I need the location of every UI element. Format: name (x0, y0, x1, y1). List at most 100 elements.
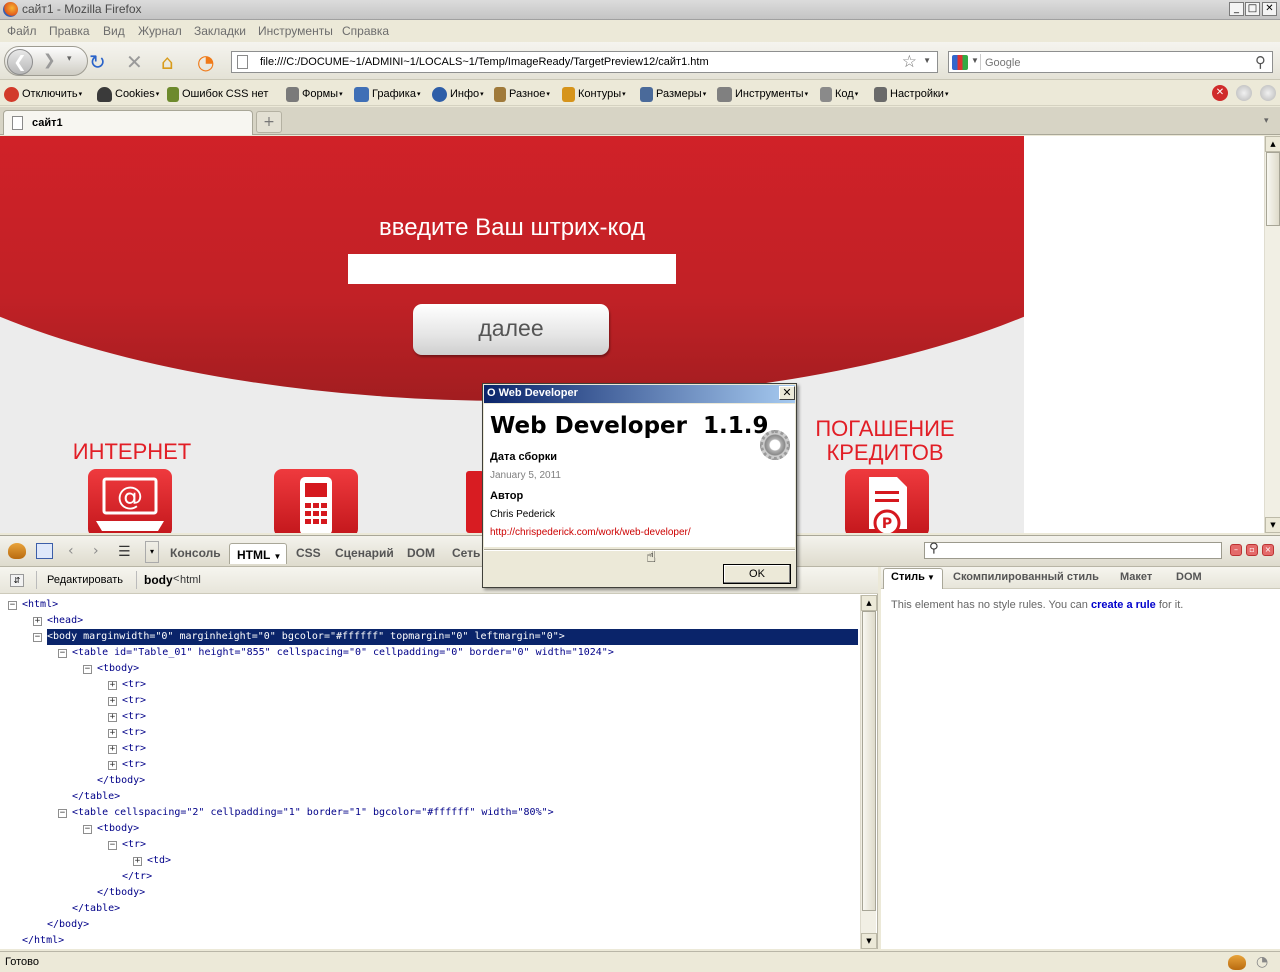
fb-search-input[interactable]: ⚲ (924, 541, 1222, 559)
dom-tree-node[interactable]: <body marginwidth="0" marginheight="0" b… (47, 629, 858, 645)
fb-menu-icon[interactable]: ☰ (118, 544, 131, 560)
style-tab-dropdown-icon[interactable]: ▼ (927, 573, 935, 582)
fb-tab-css[interactable]: CSS (296, 546, 321, 560)
dom-tree-node[interactable]: <tr> (122, 741, 146, 757)
menu-file[interactable]: Файл (7, 24, 37, 38)
forward-icon[interactable]: ❯ (43, 51, 56, 69)
wd-options[interactable]: Настройки ▾ (874, 86, 948, 102)
wd-status-icon[interactable] (1236, 85, 1252, 101)
feed-status-icon[interactable]: ◔ (1256, 954, 1268, 970)
dom-tree-node[interactable]: <tr> (122, 677, 146, 693)
breadcrumb-body[interactable]: body (144, 573, 173, 587)
edit-button[interactable]: Редактировать (47, 574, 123, 586)
scroll-thumb[interactable] (1266, 152, 1280, 226)
fb-detach-icon[interactable]: ▫ (1246, 544, 1258, 556)
url-text[interactable]: file:///C:/DOCUME~1/ADMINI~1/LOCALS~1/Te… (260, 56, 709, 68)
dom-tree-node[interactable]: </html> (22, 933, 64, 949)
dom-tree-node[interactable]: <tr> (122, 837, 146, 853)
close-button[interactable]: ✕ (1262, 2, 1277, 16)
dom-tree-node[interactable]: <tr> (122, 709, 146, 725)
scroll-up-icon[interactable]: ▲ (1265, 136, 1280, 152)
menu-tools[interactable]: Инструменты (258, 24, 333, 38)
credit-category-icon[interactable]: P (845, 469, 929, 533)
expand-node-icon[interactable]: + (108, 681, 117, 690)
tab-style-label[interactable]: Стиль (891, 571, 925, 583)
collapse-node-icon[interactable]: − (83, 665, 92, 674)
dom-tree-node[interactable]: <table id="Table_01" height="855" cellsp… (72, 645, 614, 661)
menu-edit[interactable]: Правка (49, 24, 90, 38)
dom-tree-node[interactable]: <tr> (122, 757, 146, 773)
dialog-close-button[interactable]: ✕ (779, 386, 795, 400)
dom-tree-node[interactable]: <tr> (122, 725, 146, 741)
new-tab-button[interactable]: + (256, 111, 282, 133)
expand-node-icon[interactable]: + (108, 713, 117, 722)
breadcrumb-html[interactable]: html (180, 574, 201, 586)
wd-misc[interactable]: Разное ▾ (494, 86, 550, 102)
back-icon[interactable]: ❮ (7, 49, 33, 75)
fb-minimize-icon[interactable]: – (1230, 544, 1242, 556)
tab-list-icon[interactable]: ▾ (1264, 115, 1269, 126)
expand-node-icon[interactable]: + (108, 761, 117, 770)
html-scroll-thumb[interactable] (862, 611, 876, 911)
dom-tree-node[interactable]: </tbody> (97, 773, 145, 789)
dom-tree-node[interactable]: </table> (72, 789, 120, 805)
collapse-node-icon[interactable]: − (108, 841, 117, 850)
rss-icon[interactable]: ◔ (197, 52, 214, 72)
expand-node-icon[interactable]: + (108, 745, 117, 754)
inspect-icon[interactable] (36, 543, 53, 559)
mobile-category-icon[interactable] (274, 469, 358, 533)
homepage-link[interactable]: http://chrispederick.com/work/web-develo… (490, 527, 691, 538)
search-input[interactable] (985, 55, 1245, 70)
menu-view[interactable]: Вид (103, 24, 125, 38)
firebug-status-icon[interactable] (1228, 955, 1246, 970)
wd-resize[interactable]: Размеры ▾ (640, 86, 706, 102)
dom-tree-node[interactable]: <html> (22, 597, 58, 613)
reload-icon[interactable]: ↻ (89, 52, 106, 72)
expand-node-icon[interactable]: + (133, 857, 142, 866)
menu-help[interactable]: Справка (342, 24, 389, 38)
ok-button[interactable]: OK (723, 564, 791, 584)
wd-info[interactable]: Инфо ▾ (432, 86, 484, 102)
fb-tab-script[interactable]: Сценарий (335, 546, 394, 560)
tab-computed-style[interactable]: Скомпилированный стиль (953, 571, 1099, 583)
fb-close-icon[interactable]: × (1262, 544, 1274, 556)
dom-tree-node[interactable]: <head> (47, 613, 83, 629)
expand-node-icon[interactable]: + (108, 697, 117, 706)
search-bar[interactable]: ▼ ⚲ (948, 51, 1273, 73)
dom-tree-node[interactable]: <tbody> (97, 661, 139, 677)
menu-bookmarks[interactable]: Закладки (194, 24, 246, 38)
expand-node-icon[interactable]: + (33, 617, 42, 626)
page-scrollbar[interactable]: ▲ ▼ (1264, 136, 1280, 533)
internet-category-icon[interactable]: @ (88, 469, 172, 533)
wd-tools[interactable]: Инструменты ▾ (717, 86, 808, 102)
html-tab-dropdown-icon[interactable]: ▼ (273, 552, 281, 561)
barcode-input[interactable] (348, 254, 676, 284)
html-scroll-up-icon[interactable]: ▲ (861, 595, 877, 611)
html-panel-scrollbar[interactable]: ▲ ▼ (860, 595, 877, 949)
wd-images[interactable]: Графика ▾ (354, 86, 420, 102)
tab-layout[interactable]: Макет (1120, 571, 1152, 583)
maximize-button[interactable]: □ (1245, 2, 1260, 16)
html-scroll-down-icon[interactable]: ▼ (861, 933, 877, 949)
dom-tree-node[interactable]: </table> (72, 901, 120, 917)
minimize-button[interactable]: _ (1229, 2, 1244, 16)
fb-menu-dropdown-icon[interactable]: ▾ (145, 541, 159, 563)
google-engine-icon[interactable] (952, 55, 968, 70)
collapse-node-icon[interactable]: − (58, 809, 67, 818)
dom-tree-node[interactable]: <td> (147, 853, 171, 869)
fb-tab-net[interactable]: Сеть (452, 546, 480, 560)
tab-site1[interactable]: сайт1 (3, 110, 253, 135)
dom-tree-node[interactable]: <tr> (122, 693, 146, 709)
search-icon[interactable]: ⚲ (1255, 53, 1266, 71)
dom-tree-node[interactable]: </tbody> (97, 885, 145, 901)
wd-source[interactable]: Код ▾ (820, 86, 858, 102)
fb-forward-icon[interactable]: › (93, 543, 99, 559)
fb-tab-console[interactable]: Консоль (170, 546, 221, 560)
dom-tree-node[interactable]: </tr> (122, 869, 152, 885)
tab-style-dom[interactable]: DOM (1176, 571, 1202, 583)
wd-disable[interactable]: Отключить ▾ (4, 86, 82, 102)
bookmark-star-icon[interactable]: ☆ (902, 52, 917, 72)
next-button[interactable]: далее (413, 304, 609, 355)
wd-status2-icon[interactable] (1260, 85, 1276, 101)
dom-tree-node[interactable]: <tbody> (97, 821, 139, 837)
